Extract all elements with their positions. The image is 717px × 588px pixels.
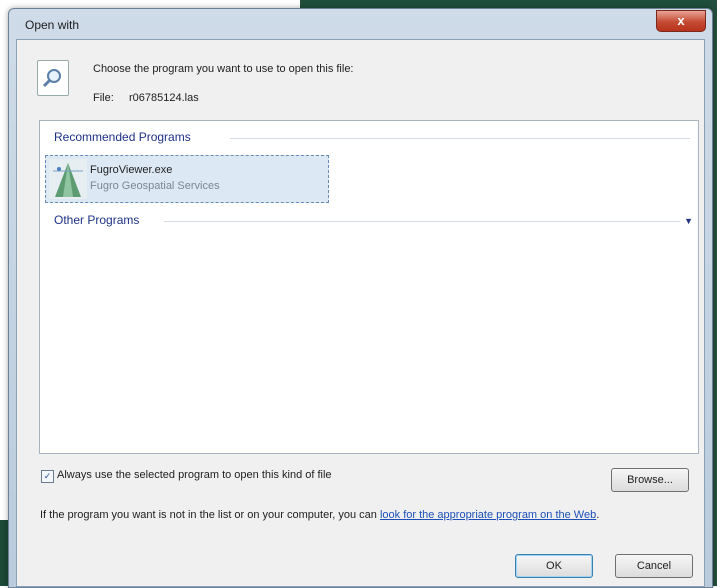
find-program-web-link[interactable]: look for the appropriate program on the …: [380, 509, 596, 521]
program-item-fugroviewer[interactable]: FugroViewer.exe Fugro Geospatial Service…: [45, 155, 329, 203]
other-programs-header[interactable]: Other Programs: [54, 213, 139, 227]
group-divider: [164, 221, 680, 222]
program-publisher: Fugro Geospatial Services: [90, 180, 220, 192]
always-use-label[interactable]: Always use the selected program to open …: [57, 469, 332, 481]
window-title: Open with: [25, 18, 80, 32]
file-label: File:: [93, 92, 114, 104]
dialog-body: Choose the program you want to use to op…: [16, 39, 705, 587]
browse-button[interactable]: Browse...: [611, 468, 689, 492]
info-text: If the program you want is not in the li…: [40, 508, 700, 523]
title-bar[interactable]: Open with x: [9, 9, 712, 39]
prompt-text: Choose the program you want to use to op…: [93, 63, 354, 75]
always-use-checkbox[interactable]: ✓: [41, 470, 54, 483]
program-list[interactable]: Recommended Programs FugroViewer.exe Fug…: [39, 120, 699, 454]
program-name: FugroViewer.exe: [90, 164, 173, 176]
search-document-icon: [37, 60, 69, 96]
file-name: r06785124.las: [129, 92, 199, 104]
cancel-button[interactable]: Cancel: [615, 554, 693, 578]
close-button[interactable]: x: [656, 10, 706, 32]
ok-button[interactable]: OK: [515, 554, 593, 578]
chevron-down-icon[interactable]: ▼: [684, 216, 693, 226]
recommended-programs-header[interactable]: Recommended Programs: [54, 130, 191, 144]
fugroviewer-icon: [49, 159, 87, 199]
browse-button-label: Browse...: [627, 474, 673, 486]
open-with-dialog: Open with x Choose the program you want …: [8, 8, 713, 588]
group-divider: [230, 138, 690, 139]
info-text-suffix: .: [596, 509, 600, 521]
info-text-body: If the program you want is not in the li…: [40, 509, 380, 521]
